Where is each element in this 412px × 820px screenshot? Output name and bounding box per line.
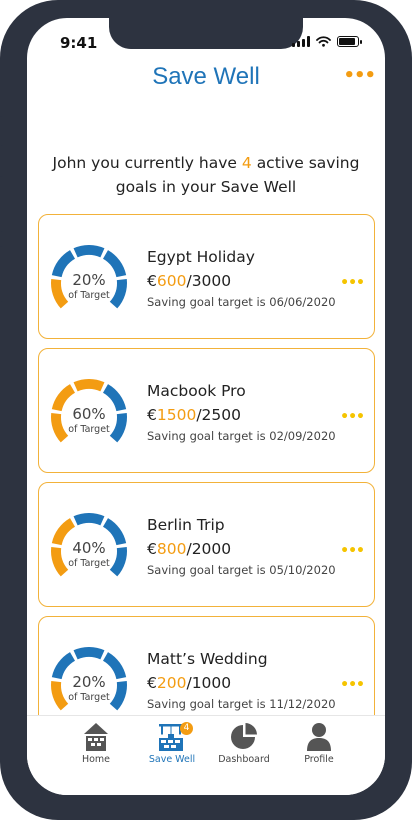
battery-icon (337, 36, 362, 47)
tab-label: Home (81, 754, 111, 765)
gauge-segment (73, 245, 105, 258)
active-goals-count: 4 (241, 154, 252, 172)
status-time: 9:41 (60, 34, 98, 52)
currency-symbol: € (147, 674, 157, 692)
pie-chart-icon (231, 723, 257, 749)
more-dots-icon[interactable]: ••• (343, 65, 376, 86)
mute-switch (0, 116, 3, 146)
gauge-segment (73, 513, 105, 526)
goal-amount: €800/2000 (147, 540, 231, 558)
goal-card[interactable]: 40% of Target Berlin Trip €800/2000 Savi… (38, 482, 375, 607)
card-menu-icon[interactable]: ••• (340, 677, 365, 693)
intro-text: John you currently have 4 active saving … (37, 151, 375, 199)
currency-symbol: € (147, 540, 157, 558)
status-icons (292, 36, 362, 47)
gauge-percent: 60% (72, 405, 106, 423)
card-menu-icon[interactable]: ••• (340, 409, 365, 425)
card-menu-icon[interactable]: ••• (340, 275, 365, 291)
volume-up-button (0, 176, 3, 232)
goal-amount: €600/3000 (147, 272, 231, 290)
home-icon (84, 723, 108, 751)
gauge-percent: 20% (72, 271, 106, 289)
intro-before: John you currently have (52, 154, 237, 172)
saved-amount: 200 (156, 674, 187, 692)
gauge-percent: 20% (72, 673, 106, 691)
total-amount: /2000 (186, 540, 232, 558)
tab-home[interactable]: Home (56, 722, 136, 765)
progress-gauge: 20% of Target (48, 245, 130, 313)
goal-name: Macbook Pro (147, 382, 246, 400)
tab-label: Dashboard (218, 754, 270, 765)
progress-gauge: 60% of Target (48, 379, 130, 447)
goal-card[interactable]: 20% of Target Matt’s Wedding €200/1000 S… (38, 616, 375, 717)
gauge-segment (73, 379, 105, 392)
goal-name: Matt’s Wedding (147, 650, 268, 668)
goal-name: Egypt Holiday (147, 248, 255, 266)
tab-save-well[interactable]: 4 Save Well (132, 722, 212, 765)
tab-dashboard[interactable]: Dashboard (204, 722, 284, 765)
notch (109, 18, 303, 49)
card-menu-icon[interactable]: ••• (340, 543, 365, 559)
goal-target-date: Saving goal target is 05/10/2020 (147, 563, 336, 577)
total-amount: /2500 (196, 406, 241, 424)
saved-amount: 1500 (156, 406, 197, 424)
tab-profile[interactable]: Profile (279, 722, 359, 765)
goal-card[interactable]: 20% of Target Egypt Holiday €600/3000 Sa… (38, 214, 375, 339)
bottom-tab-bar: Home 4 Save Well Dashboard Profile (27, 715, 385, 795)
wifi-icon (316, 36, 331, 47)
total-amount: /1000 (186, 674, 232, 692)
signal-icon (292, 36, 310, 47)
saved-amount: 800 (156, 540, 187, 558)
goal-amount: €1500/2500 (147, 406, 241, 424)
progress-gauge: 20% of Target (48, 647, 130, 715)
currency-symbol: € (147, 406, 157, 424)
app-screen: 9:41 Save Well ••• John you currently ha… (27, 18, 385, 795)
profile-icon (307, 723, 331, 751)
notification-badge: 4 (180, 722, 193, 735)
progress-gauge: 40% of Target (48, 513, 130, 581)
goal-amount: €200/1000 (147, 674, 231, 692)
tab-label: Save Well (148, 754, 196, 765)
gauge-percent: 40% (72, 539, 106, 557)
gauge-caption: of Target (68, 692, 110, 703)
total-amount: /3000 (186, 272, 232, 290)
page-title: Save Well (152, 63, 260, 90)
goal-card[interactable]: 60% of Target Macbook Pro €1500/2500 Sav… (38, 348, 375, 473)
saved-amount: 600 (156, 272, 187, 290)
goal-name: Berlin Trip (147, 516, 225, 534)
currency-symbol: € (147, 272, 157, 290)
goal-target-date: Saving goal target is 06/06/2020 (147, 295, 336, 309)
gauge-caption: of Target (68, 558, 110, 569)
goal-list: 20% of Target Egypt Holiday €600/3000 Sa… (38, 214, 375, 717)
gauge-segment (73, 647, 105, 660)
tab-label: Profile (304, 754, 334, 765)
goal-target-date: Saving goal target is 02/09/2020 (147, 429, 336, 443)
volume-down-button (0, 246, 3, 302)
gauge-caption: of Target (68, 424, 110, 435)
gauge-caption: of Target (68, 290, 110, 301)
goal-target-date: Saving goal target is 11/12/2020 (147, 697, 336, 711)
